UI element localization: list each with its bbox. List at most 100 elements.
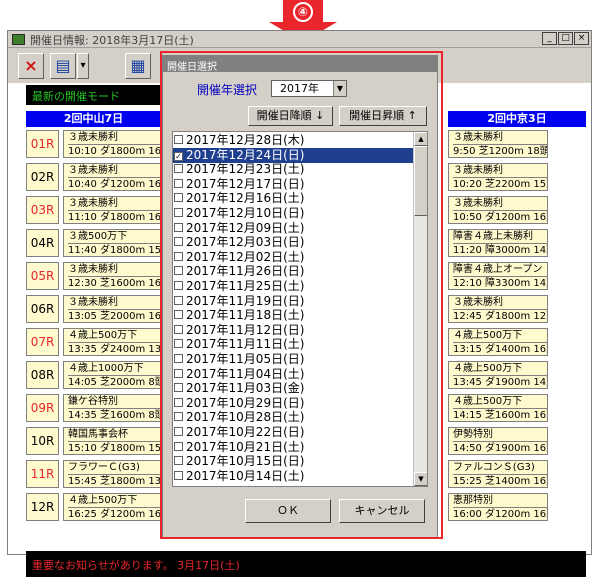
race-detail: 16:25 ダ1200m 16: [68, 509, 162, 520]
race-detail: 14:15 芝1600m 16頭: [453, 410, 548, 421]
race-card[interactable]: ４歳上500万下 13:35 ダ2400m 13: [63, 328, 163, 356]
race-detail: 15:25 芝1400m 16頭: [453, 476, 548, 487]
race-number[interactable]: 12R: [26, 493, 59, 521]
race-number[interactable]: 06R: [26, 295, 59, 323]
left-venue-header: 2回中山7日: [26, 111, 161, 127]
race-card[interactable]: 伊勢特別 14:50 ダ1900m 16頭: [448, 427, 548, 455]
race-detail: 10:20 芝2200m 15頭: [453, 179, 548, 190]
race-detail: 13:05 芝2000m 16: [68, 311, 162, 322]
race-card[interactable]: ３歳未勝利 11:10 ダ1800m 16: [63, 196, 163, 224]
maximize-button[interactable]: □: [558, 32, 573, 45]
chevron-down-icon[interactable]: ▾: [77, 53, 89, 79]
race-detail: 10:10 ダ1800m 16: [68, 146, 162, 157]
race-name: ４歳上500万下: [453, 329, 547, 343]
race-name: ４歳上500万下: [453, 362, 547, 376]
race-card[interactable]: 鎌ケ谷特別 14:35 芝1600m 8頭: [63, 394, 163, 422]
race-card[interactable]: 韓国馬事会杯 15:10 ダ1800m 15: [63, 427, 163, 455]
race-number[interactable]: 09R: [26, 394, 59, 422]
race-name: ４歳上500万下: [68, 329, 162, 343]
race-card[interactable]: 障害４歳上未勝利 11:20 障3000m 14頭: [448, 229, 548, 257]
race-name: 韓国馬事会杯: [68, 428, 162, 442]
race-number[interactable]: 10R: [26, 427, 59, 455]
race-card[interactable]: ファルコンＳ(G3) 15:25 芝1400m 16頭: [448, 460, 548, 488]
race-detail: 14:05 芝2000m 8頭: [68, 377, 163, 388]
race-number[interactable]: 04R: [26, 229, 59, 257]
race-name: 障害４歳上未勝利: [453, 230, 547, 244]
race-number[interactable]: 02R: [26, 163, 59, 191]
race-detail: 11:40 ダ1800m 15: [68, 245, 162, 256]
race-card[interactable]: ４歳上500万下 13:45 ダ1900m 14頭: [448, 361, 548, 389]
race-detail: 13:45 ダ1900m 14頭: [453, 377, 548, 388]
race-card[interactable]: ３歳未勝利 10:10 ダ1800m 16: [63, 130, 163, 158]
race-name: 恵那特別: [453, 494, 547, 508]
race-card[interactable]: ４歳上1000万下 14:05 芝2000m 8頭: [63, 361, 163, 389]
race-name: ３歳未勝利: [68, 296, 162, 310]
window-title: 開催日情報: 2018年3月17日(土): [30, 34, 194, 47]
race-detail: 14:50 ダ1900m 16頭: [453, 443, 548, 454]
race-name: ４歳上500万下: [453, 395, 547, 409]
close-window-button[interactable]: ×: [574, 32, 589, 45]
notice-bar: 重要なお知らせがあります。 3月17日(土): [26, 551, 586, 577]
race-card[interactable]: ３歳未勝利 9:50 芝1200m 18頭: [448, 130, 548, 158]
race-detail: 10:40 ダ1200m 16: [68, 179, 162, 190]
race-name: ３歳未勝利: [68, 131, 162, 145]
race-detail: 11:10 ダ1800m 16: [68, 212, 162, 223]
race-card[interactable]: ４歳上500万下 13:15 ダ1400m 16頭: [448, 328, 548, 356]
app-icon: [12, 34, 25, 45]
race-detail: 14:35 芝1600m 8頭: [68, 410, 163, 421]
mode-label: 最新の開催モード: [26, 85, 176, 105]
close-icon[interactable]: ×: [18, 53, 44, 79]
document-icon[interactable]: ▤: [50, 53, 76, 79]
race-number[interactable]: 03R: [26, 196, 59, 224]
race-name: ３歳未勝利: [453, 131, 547, 145]
race-name: フラワーＣ(G3): [68, 461, 162, 475]
race-name: ３歳未勝利: [68, 164, 162, 178]
race-card[interactable]: ３歳未勝利 12:30 芝1600m 16: [63, 262, 163, 290]
race-card[interactable]: 障害４歳上オープン 12:10 障3300m 14頭: [448, 262, 548, 290]
race-name: ３歳未勝利: [453, 296, 547, 310]
annotation-badge: ④: [293, 2, 313, 22]
race-detail: 11:20 障3000m 14頭: [453, 245, 548, 256]
race-card[interactable]: ３歳未勝利 12:45 ダ1800m 12頭: [448, 295, 548, 323]
race-detail: 10:50 ダ1200m 16頭: [453, 212, 548, 223]
race-card[interactable]: 恵那特別 16:00 ダ1200m 16頭: [448, 493, 548, 521]
race-number[interactable]: 11R: [26, 460, 59, 488]
race-card[interactable]: ４歳上500万下 14:15 芝1600m 16頭: [448, 394, 548, 422]
race-card[interactable]: ３歳未勝利 10:40 ダ1200m 16: [63, 163, 163, 191]
race-card[interactable]: ３歳未勝利 10:20 芝2200m 15頭: [448, 163, 548, 191]
right-venue-header: 2回中京3日: [448, 111, 586, 127]
race-card[interactable]: ３歳未勝利 13:05 芝2000m 16: [63, 295, 163, 323]
race-card[interactable]: ３歳未勝利 10:50 ダ1200m 16頭: [448, 196, 548, 224]
minimize-button[interactable]: _: [542, 32, 557, 45]
race-number[interactable]: 07R: [26, 328, 59, 356]
race-detail: 15:45 芝1800m 13: [68, 476, 162, 487]
race-name: 障害４歳上オープン: [453, 263, 547, 277]
race-name: 鎌ケ谷特別: [68, 395, 162, 409]
race-number[interactable]: 05R: [26, 262, 59, 290]
race-detail: 13:15 ダ1400m 16頭: [453, 344, 548, 355]
title-bar: 開催日情報: 2018年3月17日(土) _ □ ×: [8, 31, 591, 48]
race-detail: 13:35 ダ2400m 13: [68, 344, 162, 355]
race-detail: 15:10 ダ1800m 15: [68, 443, 162, 454]
race-name: ４歳上1000万下: [68, 362, 162, 376]
annotation-highlight-box: [160, 51, 443, 539]
race-name: 伊勢特別: [453, 428, 547, 442]
race-card[interactable]: ４歳上500万下 16:25 ダ1200m 16: [63, 493, 163, 521]
race-name: ３歳未勝利: [453, 197, 547, 211]
race-name: ファルコンＳ(G3): [453, 461, 547, 475]
race-detail: 9:50 芝1200m 18頭: [453, 146, 548, 157]
race-number[interactable]: 01R: [26, 130, 59, 158]
race-detail: 12:10 障3300m 14頭: [453, 278, 548, 289]
race-name: ４歳上500万下: [68, 494, 162, 508]
race-name: ３歳500万下: [68, 230, 162, 244]
race-name: ３歳未勝利: [68, 197, 162, 211]
race-card[interactable]: フラワーＣ(G3) 15:45 芝1800m 13: [63, 460, 163, 488]
race-card[interactable]: ３歳500万下 11:40 ダ1800m 15: [63, 229, 163, 257]
race-name: ３歳未勝利: [453, 164, 547, 178]
race-detail: 12:30 芝1600m 16: [68, 278, 162, 289]
race-name: ３歳未勝利: [68, 263, 162, 277]
race-detail: 12:45 ダ1800m 12頭: [453, 311, 548, 322]
race-detail: 16:00 ダ1200m 16頭: [453, 509, 548, 520]
race-number[interactable]: 08R: [26, 361, 59, 389]
book-icon[interactable]: ▦: [125, 53, 151, 79]
